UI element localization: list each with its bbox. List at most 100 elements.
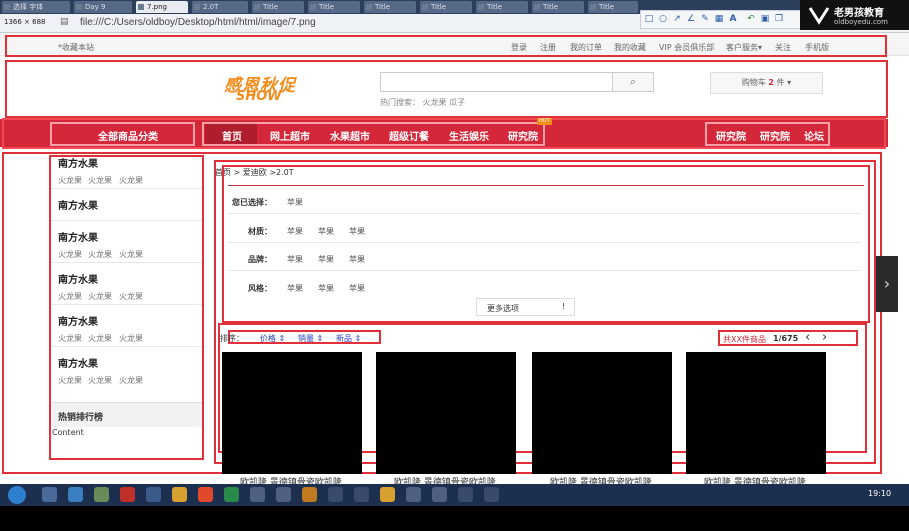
product-image[interactable]: [686, 352, 826, 474]
taskbar-app-icon[interactable]: [276, 487, 291, 502]
taskbar-folder-icon[interactable]: [380, 487, 395, 502]
nav-life-entertainment[interactable]: 生活娱乐: [449, 128, 489, 143]
filter-value[interactable]: 苹果: [318, 283, 334, 294]
start-button[interactable]: [8, 486, 26, 504]
rectangle-tool-icon[interactable]: □: [643, 13, 655, 25]
category-title[interactable]: 南方水果: [58, 155, 98, 170]
mobile-link[interactable]: 手机版: [805, 42, 829, 53]
my-favorites-link[interactable]: 我的收藏: [614, 42, 646, 53]
register-link[interactable]: 注册: [540, 42, 556, 53]
category-sub[interactable]: 火龙果: [58, 249, 82, 260]
category-sub[interactable]: 火龙果: [58, 333, 82, 344]
taskbar-folder-icon[interactable]: [172, 487, 187, 502]
category-sub[interactable]: 火龙果: [119, 175, 143, 186]
nav-right-research[interactable]: 研究院: [760, 128, 790, 143]
category-sub[interactable]: 火龙果: [119, 375, 143, 386]
product-image[interactable]: [222, 352, 362, 474]
filter-value[interactable]: 苹果: [318, 254, 334, 265]
filter-value[interactable]: 苹果: [287, 283, 303, 294]
category-sub[interactable]: 火龙果: [88, 375, 112, 386]
taskbar-app-icon[interactable]: [406, 487, 421, 502]
taskbar-explorer-icon[interactable]: [42, 487, 57, 502]
taskbar-qq-icon[interactable]: [120, 487, 135, 502]
category-sub[interactable]: 火龙果: [88, 291, 112, 302]
taskbar-ie-icon[interactable]: [68, 487, 83, 502]
category-title[interactable]: 南方水果: [58, 313, 98, 328]
sort-new[interactable]: 新品 ⇕: [336, 333, 361, 344]
all-categories-button[interactable]: 全部商品分类: [98, 128, 158, 143]
login-link[interactable]: 登录: [511, 42, 527, 53]
category-sub[interactable]: 火龙果: [119, 291, 143, 302]
category-title[interactable]: 南方水果: [58, 355, 98, 370]
taskbar-app-icon[interactable]: [146, 487, 161, 502]
browser-tab[interactable]: Title: [420, 1, 472, 13]
marker-tool-icon[interactable]: ✎: [699, 13, 711, 25]
category-title[interactable]: 南方水果: [58, 197, 98, 212]
nav-right-research[interactable]: 研究院: [716, 128, 746, 143]
category-sub[interactable]: 火龙果: [58, 375, 82, 386]
taskbar-app-icon[interactable]: [354, 487, 369, 502]
browser-tab[interactable]: Day 9: [74, 1, 132, 13]
vip-club-link[interactable]: VIP 会员俱乐部: [659, 42, 714, 53]
category-sub[interactable]: 火龙果: [119, 249, 143, 260]
browser-tab[interactable]: Title: [588, 1, 638, 13]
undo-icon[interactable]: ↶: [745, 13, 757, 25]
product-image[interactable]: [532, 352, 672, 474]
search-button[interactable]: ⌕: [612, 72, 654, 92]
text-tool-icon[interactable]: A: [727, 13, 739, 25]
bookmark-link[interactable]: *收藏本站: [58, 42, 94, 53]
taskbar-pycharm-icon[interactable]: [224, 487, 239, 502]
filter-value[interactable]: 苹果: [287, 197, 303, 208]
filter-value[interactable]: 苹果: [287, 226, 303, 237]
category-sub[interactable]: 火龙果: [58, 175, 82, 186]
taskbar-app-icon[interactable]: [458, 487, 473, 502]
nav-home[interactable]: 首页: [222, 128, 242, 143]
category-sub[interactable]: 火龙果: [58, 291, 82, 302]
browser-tab[interactable]: 2.0T: [192, 1, 248, 13]
filter-value[interactable]: 苹果: [287, 254, 303, 265]
browser-tab[interactable]: Title: [476, 1, 528, 13]
sort-sales[interactable]: 销量 ⇕: [298, 333, 323, 344]
hot-search[interactable]: 热门搜索： 火龙果 瓜子: [380, 97, 465, 108]
url-input[interactable]: file:///C:/Users/oldboy/Desktop/html/htm…: [80, 17, 316, 28]
nav-forum[interactable]: 论坛: [804, 128, 824, 143]
category-sub[interactable]: 火龙果: [119, 333, 143, 344]
taskbar-chrome-icon[interactable]: [198, 487, 213, 502]
my-orders-link[interactable]: 我的订单: [570, 42, 602, 53]
browser-tab-active[interactable]: 7.png: [136, 1, 188, 13]
copy-icon[interactable]: ❐: [773, 13, 785, 25]
category-sub[interactable]: 火龙果: [88, 175, 112, 186]
prev-page-button[interactable]: ‹: [805, 330, 810, 345]
next-page-button[interactable]: ›: [822, 330, 827, 345]
breadcrumb[interactable]: 首页 > 爱迪欧 >2.0T: [215, 167, 294, 178]
browser-tab[interactable]: Title: [308, 1, 360, 13]
pen-tool-icon[interactable]: ∠: [685, 13, 697, 25]
taskbar-app-icon[interactable]: [328, 487, 343, 502]
sort-price[interactable]: 价格 ⇕: [260, 333, 285, 344]
filter-value[interactable]: 苹果: [318, 226, 334, 237]
nav-super-order[interactable]: 超级订餐: [389, 128, 429, 143]
search-input[interactable]: [380, 72, 613, 92]
filter-value[interactable]: 苹果: [349, 254, 365, 265]
filter-value[interactable]: 苹果: [349, 283, 365, 294]
category-sub[interactable]: 火龙果: [88, 249, 112, 260]
browser-tab[interactable]: 选择 字体: [2, 1, 70, 13]
category-title[interactable]: 南方水果: [58, 271, 98, 286]
taskbar-app-icon[interactable]: [432, 487, 447, 502]
browser-tab[interactable]: Title: [532, 1, 584, 13]
filter-value[interactable]: 苹果: [349, 226, 365, 237]
customer-service-link[interactable]: 客户服务▾: [726, 42, 762, 53]
more-options-button[interactable]: 更多选项 !: [476, 298, 575, 316]
taskbar-app-icon[interactable]: [94, 487, 109, 502]
taskbar-app-icon[interactable]: [302, 487, 317, 502]
ellipse-tool-icon[interactable]: ○: [657, 13, 669, 25]
mosaic-tool-icon[interactable]: ▦: [713, 13, 725, 25]
product-image[interactable]: [376, 352, 516, 474]
category-sub[interactable]: 火龙果: [88, 333, 112, 344]
nav-research[interactable]: 研究院: [508, 128, 538, 143]
category-title[interactable]: 南方水果: [58, 229, 98, 244]
taskbar-app-icon[interactable]: [484, 487, 499, 502]
brand-logo[interactable]: 感恩秋促 SHOW: [224, 71, 306, 105]
next-slide-button[interactable]: ›: [876, 256, 898, 312]
cart-button[interactable]: 购物车 2 件 ▾: [710, 72, 823, 94]
